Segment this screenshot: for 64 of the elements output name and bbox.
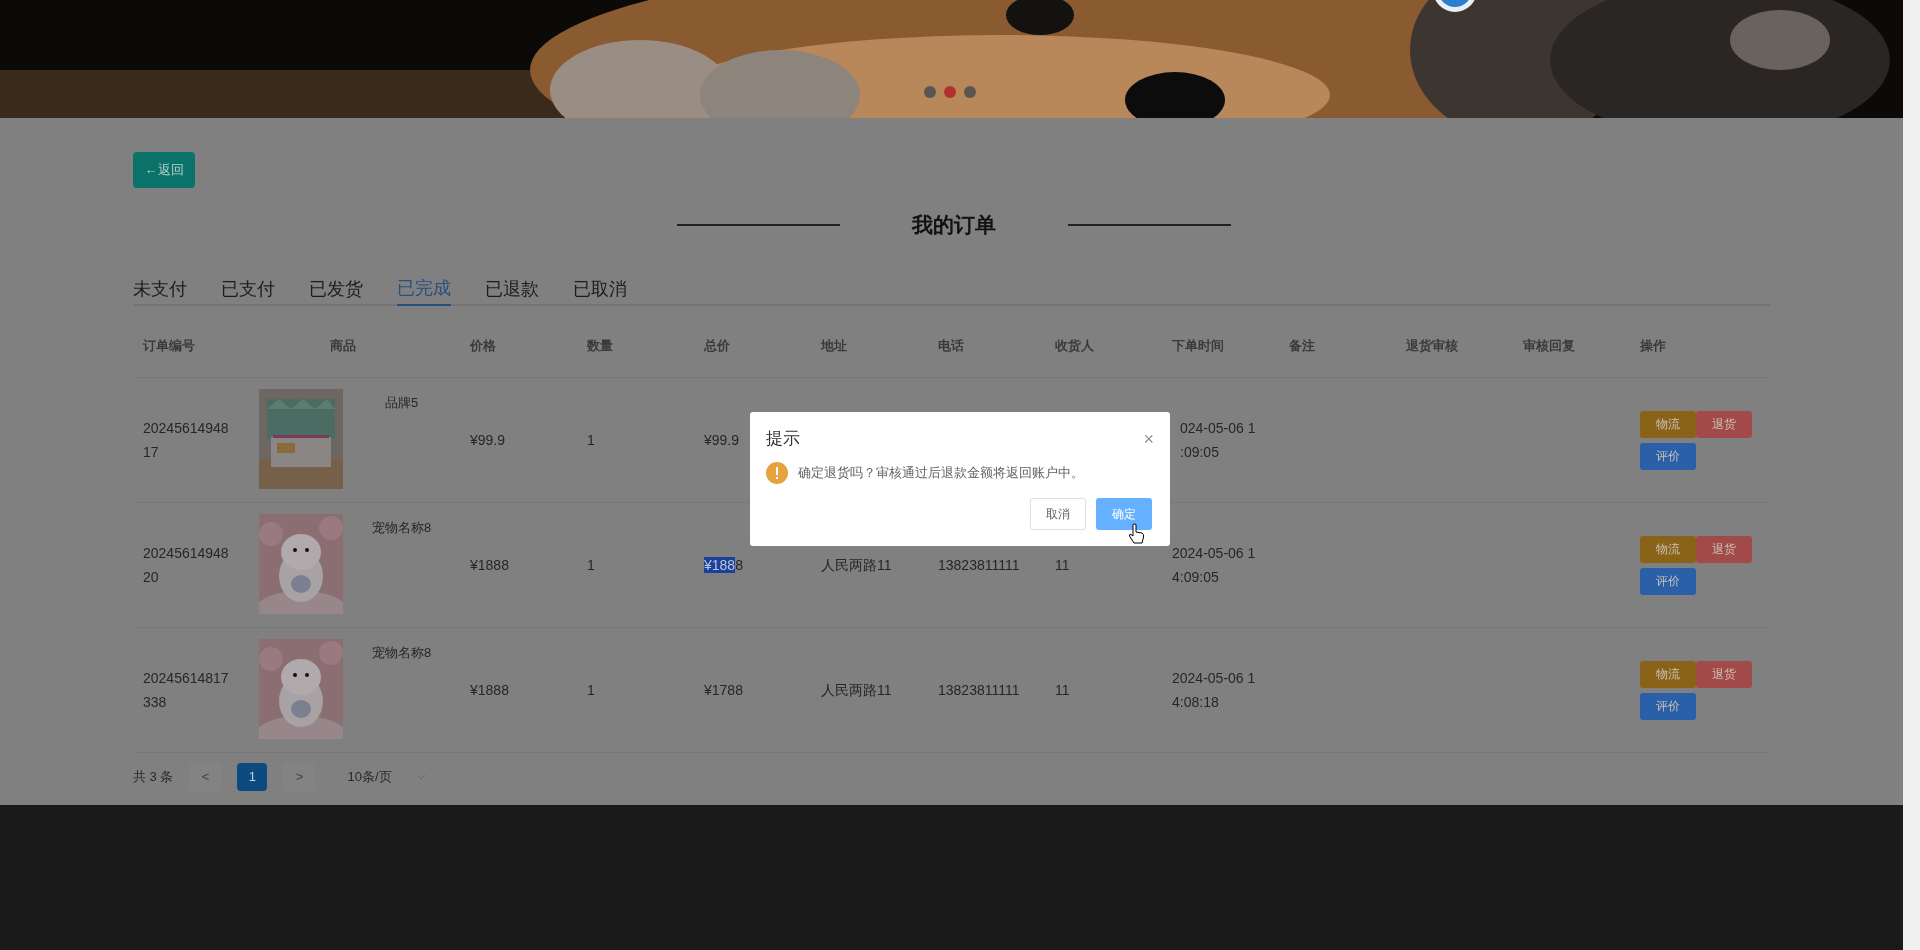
- back-button[interactable]: ←返回: [133, 152, 195, 188]
- table-cell-text: ¥99.9: [469, 430, 506, 450]
- column-header: 地址: [819, 336, 847, 355]
- action-button[interactable]: 退货: [1696, 660, 1752, 688]
- action-button[interactable]: 物流: [1640, 660, 1696, 688]
- total-count: 共 3 条: [133, 768, 174, 787]
- product-name: 品牌5: [384, 394, 419, 412]
- column-header: 订单编号: [142, 336, 195, 355]
- action-button[interactable]: 物流: [1640, 535, 1696, 563]
- table-cell-text: 人民两路11: [820, 555, 892, 575]
- dialog-title: 提示: [766, 428, 800, 450]
- table-cell-text: 13823811111: [937, 680, 1020, 700]
- table-cell-text: 024-05-06 1 :09:05: [1179, 419, 1256, 462]
- column-header: 数量: [586, 336, 613, 355]
- column-header: 收货人: [1054, 336, 1094, 355]
- dialog-message: 确定退货吗？审核通过后退款金额将返回账户中。: [798, 463, 1084, 482]
- page-button[interactable]: 1: [237, 763, 268, 791]
- table-cell-text: 13823811111: [937, 555, 1020, 575]
- table-cell-text: 20245614817 338: [142, 669, 230, 712]
- table-cell-text: 1: [586, 430, 595, 450]
- table-cell-text: 20245614948 20: [142, 544, 230, 587]
- page-size-select[interactable]: 10条/页: [339, 763, 434, 791]
- action-button[interactable]: 评价: [1640, 692, 1696, 720]
- tab[interactable]: 已取消: [573, 272, 627, 306]
- product-name: 宠物名称8: [371, 519, 432, 537]
- dialog-button[interactable]: 确定: [1096, 497, 1152, 530]
- table-cell-text: 1: [586, 680, 595, 700]
- action-button[interactable]: 评价: [1640, 442, 1696, 470]
- table-cell-text: ¥1888: [469, 555, 509, 575]
- column-header: 退货审核: [1405, 336, 1458, 355]
- column-header: 备注: [1288, 336, 1315, 355]
- action-button[interactable]: 退货: [1696, 410, 1752, 438]
- column-header: 下单时间: [1171, 336, 1224, 355]
- table-cell-text: 11: [1054, 680, 1070, 700]
- table-cell-text: 2024-05-06 1 4:09:05: [1171, 544, 1256, 587]
- dialog-button[interactable]: 取消: [1030, 497, 1086, 530]
- tab[interactable]: 已发货: [309, 272, 363, 306]
- table-cell-text: 1: [586, 555, 595, 575]
- table-cell-text: ¥99.9: [703, 430, 740, 450]
- product-name: 宠物名称8: [371, 644, 432, 662]
- warning-icon: [766, 461, 788, 484]
- table-cell-text: 11: [1054, 555, 1070, 575]
- column-header: 商品: [330, 336, 357, 355]
- tab[interactable]: 未支付: [133, 272, 187, 306]
- action-button[interactable]: 评价: [1640, 567, 1696, 595]
- action-button[interactable]: 退货: [1696, 535, 1752, 563]
- table-cell-text: 人民两路11: [820, 680, 892, 700]
- column-header: 总价: [702, 336, 730, 355]
- action-button[interactable]: 物流: [1640, 410, 1696, 438]
- table-cell-text: ¥1888: [703, 555, 743, 575]
- table-cell-text: 20245614948 17: [142, 419, 230, 462]
- tab[interactable]: 已支付: [221, 272, 275, 306]
- column-header: 审核回复: [1522, 336, 1575, 355]
- table-cell-text: 2024-05-06 1 4:08:18: [1171, 669, 1256, 712]
- column-header: 电话: [937, 336, 964, 355]
- scrollbar[interactable]: [1903, 0, 1920, 950]
- column-header: 价格: [468, 336, 496, 355]
- tab[interactable]: 已完成: [397, 272, 451, 306]
- page-title: 我的订单: [911, 212, 996, 239]
- tab[interactable]: 已退款: [485, 272, 539, 306]
- table-cell-text: ¥1788: [703, 680, 743, 700]
- table-cell-text: ¥1888: [469, 680, 509, 700]
- column-header: 操作: [1639, 336, 1666, 355]
- close-button[interactable]: ×: [1143, 429, 1154, 448]
